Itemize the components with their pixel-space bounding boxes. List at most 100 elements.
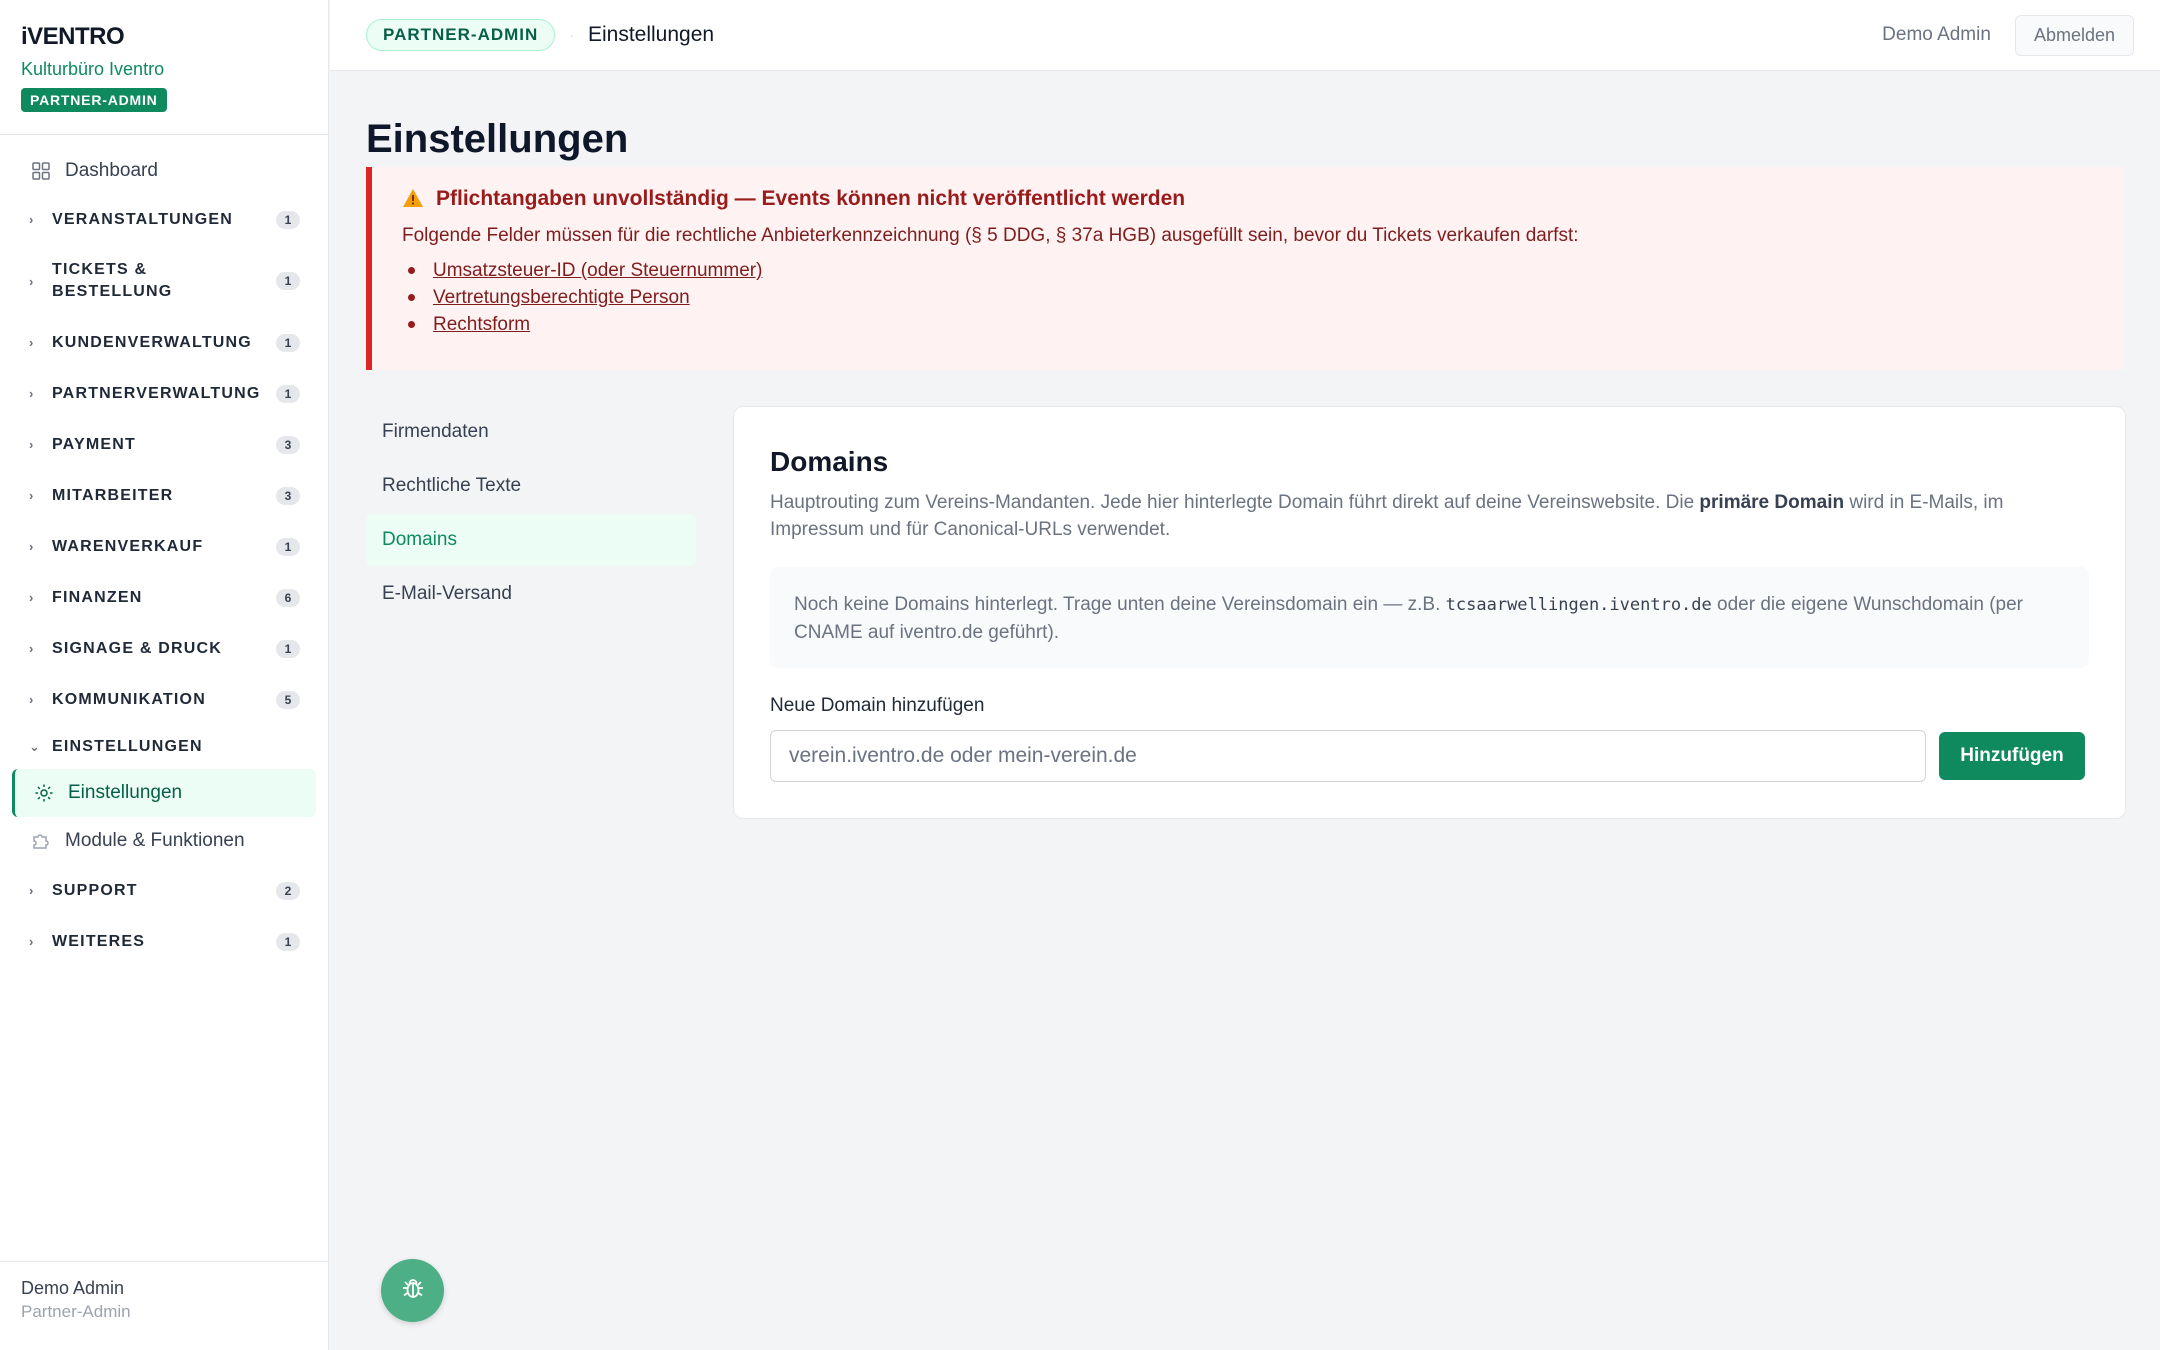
add-domain-button[interactable]: Hinzufügen bbox=[1939, 732, 2085, 780]
domains-card: Domains Hauptrouting zum Vereins-Mandant… bbox=[733, 406, 2126, 819]
count-badge: 1 bbox=[276, 537, 300, 556]
chevron-right-icon: › bbox=[29, 590, 35, 605]
list-item: Vertretungsberechtigte Person bbox=[402, 284, 2124, 311]
sidebar-group-payment[interactable]: › PAYMENT 3 bbox=[0, 419, 328, 470]
brand-logo[interactable]: iVENTRO bbox=[21, 22, 307, 52]
chevron-down-icon: ⌄ bbox=[29, 739, 42, 754]
bug-report-button[interactable] bbox=[381, 1259, 444, 1322]
bullet bbox=[408, 321, 415, 328]
card-description: Hauptrouting zum Vereins-Mandanten. Jede… bbox=[770, 489, 2089, 543]
sidebar-footer: Demo Admin Partner-Admin bbox=[0, 1261, 328, 1350]
bullet bbox=[408, 267, 415, 274]
footer-user-name: Demo Admin bbox=[21, 1278, 125, 1298]
count-badge: 3 bbox=[276, 486, 300, 505]
chevron-right-icon: › bbox=[29, 212, 35, 227]
sidebar-group-veranstaltungen[interactable]: › VERANSTALTUNGEN 1 bbox=[0, 194, 328, 245]
puzzle-icon bbox=[31, 831, 51, 851]
sidebar-item-dashboard[interactable]: Dashboard bbox=[0, 148, 328, 194]
page-title: Einstellungen bbox=[366, 117, 629, 161]
sidebar-item-module[interactable]: Module & Funktionen bbox=[0, 817, 328, 865]
sidebar-item-einstellungen[interactable]: Einstellungen bbox=[12, 769, 316, 817]
group-label: SUPPORT bbox=[52, 881, 138, 899]
grid-icon bbox=[31, 161, 51, 181]
count-badge: 1 bbox=[276, 384, 300, 403]
group-label: PARTNERVERWALTUNG bbox=[52, 384, 261, 402]
group-label: FINANZEN bbox=[52, 588, 143, 606]
sidebar-group-weiteres[interactable]: › WEITERES 1 bbox=[0, 916, 328, 967]
group-label: KOMMUNIKATION bbox=[52, 690, 206, 708]
brand: iVENTRO Kulturbüro Iventro PARTNER-ADMIN bbox=[0, 0, 328, 135]
logout-button[interactable]: Abmelden bbox=[2014, 14, 2134, 56]
subnav-item-email-versand[interactable]: E-Mail-Versand bbox=[366, 568, 696, 620]
missing-fields-list: Umsatzsteuer-ID (oder Steuernummer) Vert… bbox=[402, 257, 2124, 338]
settings-subnav: Firmendaten Rechtliche Texte Domains E-M… bbox=[366, 406, 696, 819]
organization-name: Kulturbüro Iventro bbox=[21, 59, 165, 79]
sidebar-item-label: Einstellungen bbox=[68, 782, 183, 803]
missing-field-link-rechtsform[interactable]: Rechtsform bbox=[433, 311, 530, 338]
count-badge: 1 bbox=[276, 932, 300, 951]
chevron-right-icon: › bbox=[29, 386, 35, 401]
sidebar-group-tickets[interactable]: › TICKETS & BESTELLUNG 1 bbox=[0, 245, 328, 317]
sidebar-group-signage[interactable]: › SIGNAGE & DRUCK 1 bbox=[0, 623, 328, 674]
subnav-item-rechtliche-texte[interactable]: Rechtliche Texte bbox=[366, 460, 696, 512]
bug-icon bbox=[400, 1275, 426, 1306]
card-title: Domains bbox=[770, 446, 889, 477]
chevron-right-icon: › bbox=[29, 692, 35, 707]
count-badge: 5 bbox=[276, 690, 300, 709]
sidebar-group-einstellungen[interactable]: ⌄ EINSTELLUNGEN bbox=[0, 725, 328, 769]
missing-field-link-ustid[interactable]: Umsatzsteuer-ID (oder Steuernummer) bbox=[433, 257, 762, 284]
role-pill: PARTNER-ADMIN bbox=[366, 19, 556, 51]
group-label: SIGNAGE & DRUCK bbox=[52, 639, 223, 657]
main-content: Einstellungen Pflichtangaben unvollständ… bbox=[366, 71, 2126, 819]
desc-text: Hauptrouting zum Vereins-Mandanten. Jede… bbox=[770, 492, 1700, 513]
sidebar-group-warenverkauf[interactable]: › WARENVERKAUF 1 bbox=[0, 521, 328, 572]
sidebar-group-kommunikation[interactable]: › KOMMUNIKATION 5 bbox=[0, 674, 328, 725]
example-domain: tcsaarwellingen.iventro.de bbox=[1445, 595, 1712, 615]
list-item: Rechtsform bbox=[402, 311, 2124, 338]
gear-icon bbox=[34, 783, 54, 803]
missing-field-link-person[interactable]: Vertretungsberechtigte Person bbox=[433, 284, 690, 311]
alert-text: Folgende Felder müssen für die rechtlich… bbox=[402, 225, 1579, 246]
count-badge: 6 bbox=[276, 588, 300, 607]
chevron-right-icon: › bbox=[29, 437, 35, 452]
group-label: MITARBEITER bbox=[52, 486, 174, 504]
sidebar-group-mitarbeiter[interactable]: › MITARBEITER 3 bbox=[0, 470, 328, 521]
sidebar-group-partnerverwaltung[interactable]: › PARTNERVERWALTUNG 1 bbox=[0, 368, 328, 419]
alert-title: Pflichtangaben unvollständig — Events kö… bbox=[436, 187, 1186, 210]
sidebar-group-finanzen[interactable]: › FINANZEN 6 bbox=[0, 572, 328, 623]
subnav-item-firmendaten[interactable]: Firmendaten bbox=[366, 406, 696, 458]
sidebar-group-support[interactable]: › SUPPORT 2 bbox=[0, 865, 328, 916]
count-badge: 1 bbox=[276, 210, 300, 229]
chevron-right-icon: › bbox=[29, 641, 35, 656]
group-label: PAYMENT bbox=[52, 435, 136, 453]
topbar-user-name: Demo Admin bbox=[1882, 24, 1991, 45]
count-badge: 1 bbox=[276, 272, 300, 290]
chevron-right-icon: › bbox=[29, 883, 35, 898]
chevron-right-icon: › bbox=[29, 539, 35, 554]
count-badge: 1 bbox=[276, 333, 300, 352]
warning-icon bbox=[402, 188, 426, 210]
sidebar-group-kundenverwaltung[interactable]: › KUNDENVERWALTUNG 1 bbox=[0, 317, 328, 368]
sidebar-nav: Dashboard › VERANSTALTUNGEN 1 › TICKETS & … bbox=[0, 135, 328, 967]
subnav-item-domains[interactable]: Domains bbox=[366, 514, 696, 566]
group-label: WEITERES bbox=[52, 932, 146, 950]
bullet bbox=[408, 294, 415, 301]
count-badge: 3 bbox=[276, 435, 300, 454]
group-label: VERANSTALTUNGEN bbox=[52, 210, 233, 228]
empty-state: Noch keine Domains hinterlegt. Trage unt… bbox=[770, 567, 2089, 668]
chevron-right-icon: › bbox=[29, 488, 35, 503]
empty-text: Noch keine Domains hinterlegt. Trage unt… bbox=[794, 594, 1446, 615]
sidebar: iVENTRO Kulturbüro Iventro PARTNER-ADMIN… bbox=[0, 0, 329, 1350]
group-label: EINSTELLUNGEN bbox=[52, 738, 203, 755]
footer-user-role: Partner-Admin bbox=[21, 1302, 131, 1321]
topbar: PARTNER-ADMIN · Einstellungen Demo Admin… bbox=[330, 0, 2160, 71]
group-label: WARENVERKAUF bbox=[52, 537, 204, 555]
list-item: Umsatzsteuer-ID (oder Steuernummer) bbox=[402, 257, 2124, 284]
required-fields-alert: Pflichtangaben unvollständig — Events kö… bbox=[366, 167, 2124, 370]
desc-bold: primäre Domain bbox=[1699, 492, 1845, 513]
breadcrumb-current: Einstellungen bbox=[587, 23, 715, 46]
sidebar-item-label: Dashboard bbox=[65, 160, 158, 181]
count-badge: 2 bbox=[276, 881, 300, 900]
role-badge: PARTNER-ADMIN bbox=[21, 88, 167, 112]
new-domain-input[interactable] bbox=[770, 730, 1926, 782]
